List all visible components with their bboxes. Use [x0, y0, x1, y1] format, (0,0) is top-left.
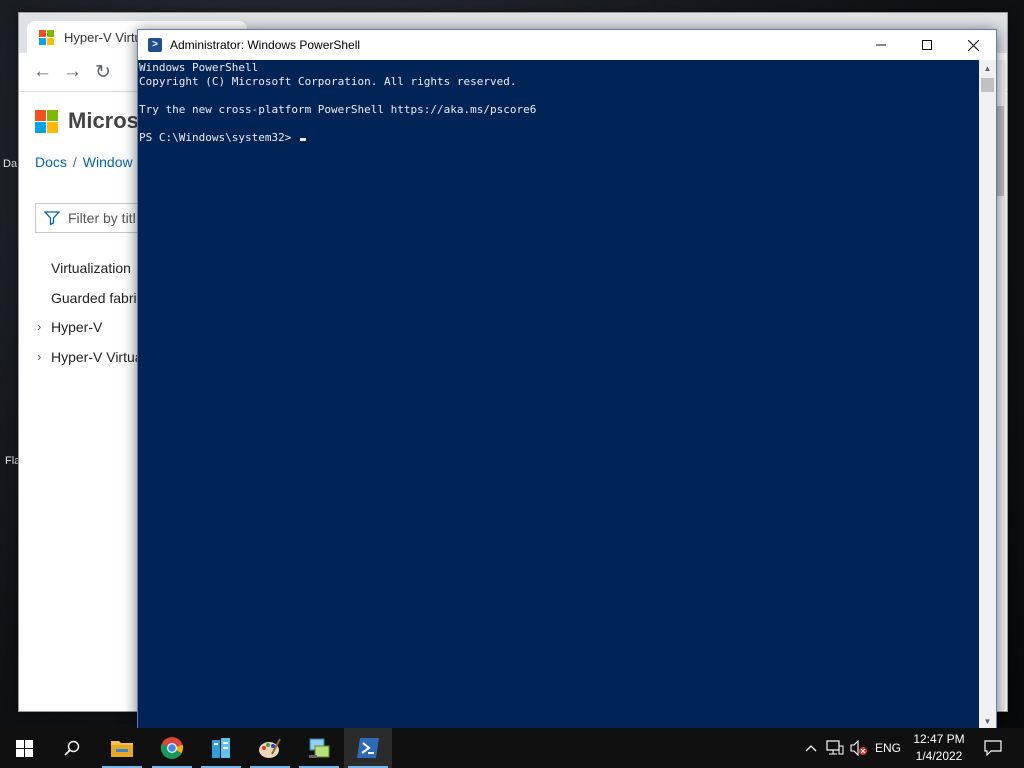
search-icon — [64, 740, 80, 756]
powershell-titlebar[interactable]: > Administrator: Windows PowerShell — [138, 30, 996, 60]
network-status-button[interactable] — [824, 728, 846, 768]
maximize-button[interactable] — [904, 30, 950, 60]
notification-icon — [984, 740, 1002, 756]
clock-date: 1/4/2022 — [915, 749, 963, 763]
scrollbar-thumb[interactable] — [981, 78, 994, 92]
search-button[interactable] — [48, 728, 96, 768]
breadcrumb-docs[interactable]: Docs — [35, 154, 67, 170]
console-scrollbar[interactable]: ▲ ▼ — [979, 60, 996, 730]
browser-tab-title: Hyper-V Virtu — [64, 29, 142, 45]
console-line: Windows PowerShell — [139, 61, 259, 74]
show-hidden-icons-button[interactable] — [800, 728, 822, 768]
server-manager-icon — [212, 738, 230, 758]
paint-icon — [259, 738, 281, 758]
prompt-text: PS C:\Windows\system32> — [139, 131, 292, 144]
powershell-icon — [357, 738, 379, 758]
toc-item[interactable]: Guarded fabric — [51, 290, 144, 306]
console-line: Try the new cross-platform PowerShell ht… — [139, 103, 537, 116]
browser-scrollbar-thumb[interactable] — [996, 106, 1004, 196]
console-line: Copyright (C) Microsoft Corporation. All… — [139, 75, 517, 88]
volume-button[interactable] — [848, 728, 870, 768]
breadcrumb: Docs / Window — [35, 154, 133, 170]
taskbar-paint[interactable] — [246, 728, 294, 768]
minimize-button[interactable] — [858, 30, 904, 60]
network-app-icon — [309, 738, 330, 758]
taskbar-server-manager[interactable] — [197, 728, 245, 768]
toc-item[interactable]: Hyper-V — [51, 319, 102, 335]
file-explorer-icon — [111, 741, 133, 757]
action-center-button[interactable] — [978, 728, 1008, 768]
console-output[interactable]: Windows PowerShell Copyright (C) Microsof… — [138, 60, 979, 731]
reload-icon[interactable]: ↻ — [95, 61, 111, 84]
microsoft-logo-icon — [39, 29, 54, 45]
breadcrumb-windows[interactable]: Window — [83, 154, 133, 170]
clock-time: 12:47 PM — [913, 732, 965, 746]
text-cursor — [299, 138, 306, 141]
taskbar-chrome[interactable] — [148, 728, 196, 768]
windows-logo-icon — [15, 739, 33, 757]
toc-item[interactable]: Hyper-V Virtua — [51, 349, 143, 365]
volume-muted-icon — [850, 740, 867, 756]
taskbar-powershell[interactable] — [344, 728, 392, 768]
window-title: Administrator: Windows PowerShell — [170, 38, 361, 52]
breadcrumb-separator: / — [72, 154, 77, 170]
chevron-right-icon[interactable]: › — [37, 349, 41, 364]
filter-placeholder: Filter by titl — [68, 210, 136, 226]
language-indicator[interactable]: ENG — [872, 728, 904, 768]
prompt-line[interactable]: PS C:\Windows\system32> — [139, 131, 979, 145]
filter-icon — [44, 211, 60, 225]
powershell-window[interactable]: > Administrator: Windows PowerShell Wind… — [137, 29, 997, 731]
microsoft-logo-icon — [35, 109, 58, 133]
desktop-icon-label[interactable]: Da — [3, 158, 17, 170]
scroll-up-icon[interactable]: ▲ — [979, 60, 996, 77]
maximize-icon — [922, 40, 932, 50]
close-button[interactable] — [950, 30, 996, 60]
toc-item[interactable]: Virtualization — [51, 260, 131, 276]
back-arrow-icon[interactable]: ← — [33, 61, 52, 83]
network-icon — [826, 740, 844, 755]
chevron-up-icon — [805, 745, 817, 752]
forward-arrow-icon[interactable]: → — [63, 61, 82, 83]
minimize-icon — [876, 44, 886, 46]
taskbar-file-explorer[interactable] — [98, 728, 146, 768]
clock[interactable]: 12:47 PM 1/4/2022 — [904, 731, 974, 765]
taskbar-network-app[interactable] — [295, 728, 343, 768]
powershell-icon: > — [148, 38, 162, 52]
chrome-icon — [160, 737, 184, 759]
taskbar: ENG 12:47 PM 1/4/2022 — [0, 728, 1024, 768]
chevron-right-icon[interactable]: › — [37, 319, 41, 334]
start-button[interactable] — [0, 728, 48, 768]
close-icon — [967, 39, 979, 51]
